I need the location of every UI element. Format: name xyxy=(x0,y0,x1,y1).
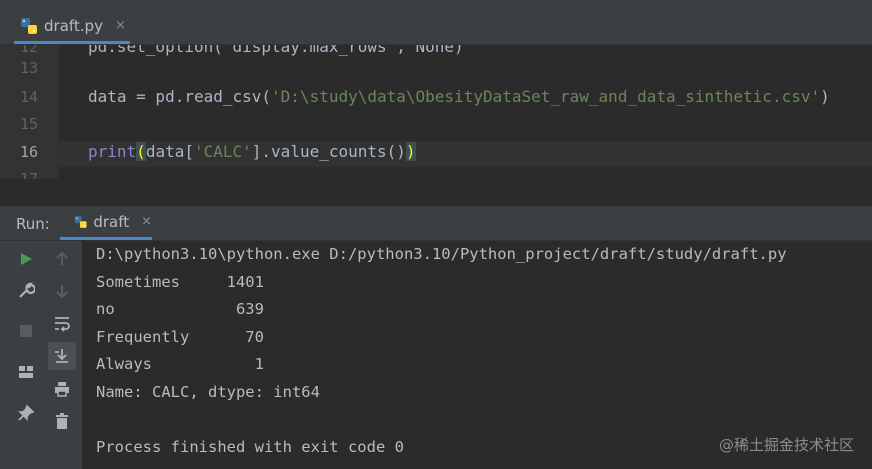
console-row: Always 1 xyxy=(96,355,264,373)
string-literal: 'CALC' xyxy=(193,142,252,161)
close-run-tab-icon[interactable]: × xyxy=(141,214,152,229)
line-number-current: 16 xyxy=(19,143,38,161)
code-token: data = pd.read_csv( xyxy=(88,87,272,106)
run-toolbar xyxy=(0,241,82,469)
scroll-to-end-button[interactable] xyxy=(48,342,76,370)
arrow-up-icon xyxy=(56,251,68,265)
console-exit-message: Process finished with exit code 0 xyxy=(96,438,404,456)
code-line-14: data = pd.read_csv('D:\study\data\Obesit… xyxy=(88,87,830,107)
string-literal: 'D:\study\data\ObesityDataSet_raw_and_da… xyxy=(271,87,821,106)
soft-wrap-button[interactable] xyxy=(48,309,76,337)
python-icon xyxy=(74,215,87,228)
stop-button[interactable] xyxy=(12,317,40,345)
printer-icon xyxy=(55,382,69,397)
print-button[interactable] xyxy=(48,375,76,403)
python-file-icon xyxy=(21,17,37,34)
editor-tab-label: draft.py xyxy=(44,16,103,35)
watermark: @稀土掘金技术社区 xyxy=(718,436,854,454)
code-token: ) xyxy=(820,87,830,106)
pin-icon xyxy=(18,404,35,421)
scroll-up-button[interactable] xyxy=(48,245,76,273)
scroll-to-end-icon xyxy=(55,349,68,363)
console-command-line: D:\python3.10\python.exe D:/python3.10/P… xyxy=(96,245,787,263)
line-number: 14 xyxy=(19,88,38,106)
wrench-icon xyxy=(19,282,35,298)
trash-icon xyxy=(56,413,68,429)
layout-icon xyxy=(19,366,33,378)
console-row: no 639 xyxy=(96,300,264,318)
editor-tab-bar: draft.py × xyxy=(0,8,872,45)
code-editor[interactable]: 12 13 14 15 16 17 pd.set_option('display… xyxy=(0,45,872,179)
modify-config-button[interactable] xyxy=(12,277,40,305)
soft-wrap-icon xyxy=(55,317,70,332)
matched-paren-close: ) xyxy=(405,142,416,161)
run-panel-label: Run: xyxy=(16,215,50,233)
line-number: 12 xyxy=(19,45,38,56)
line-number: 13 xyxy=(19,59,38,77)
console-summary: Name: CALC, dtype: int64 xyxy=(96,383,320,401)
run-panel-header: Run: draft × xyxy=(0,206,872,241)
run-tab-label: draft xyxy=(93,212,130,231)
line-number-gutter: 12 13 14 15 16 17 xyxy=(0,45,58,179)
code-token: ].value_counts() xyxy=(251,142,406,161)
matched-paren-open: ( xyxy=(136,142,146,161)
play-icon xyxy=(21,253,32,265)
window-top-strip xyxy=(0,0,872,8)
run-tab-draft[interactable]: draft × xyxy=(60,206,152,240)
console-row: Frequently 70 xyxy=(96,328,264,346)
editor-bottom-space xyxy=(0,179,872,206)
restore-layout-button[interactable] xyxy=(12,358,40,386)
builtin-function: print xyxy=(88,142,137,161)
pin-tab-button[interactable] xyxy=(12,399,40,427)
rerun-button[interactable] xyxy=(12,245,40,273)
line-number: 15 xyxy=(19,115,38,133)
scroll-down-button[interactable] xyxy=(48,277,76,305)
clear-all-button[interactable] xyxy=(48,407,76,435)
stop-icon xyxy=(20,325,32,337)
code-line-12: pd.set_option('display.max_rows', None) xyxy=(88,45,464,56)
code-line-16: print(data['CALC'].value_counts()) xyxy=(88,142,416,162)
console-row: Sometimes 1401 xyxy=(96,273,264,291)
arrow-down-icon xyxy=(56,285,68,299)
editor-tab-draft-py[interactable]: draft.py × xyxy=(14,10,130,44)
line-number: 17 xyxy=(19,170,38,179)
code-token: data[ xyxy=(145,142,194,161)
close-tab-icon[interactable]: × xyxy=(115,18,126,33)
